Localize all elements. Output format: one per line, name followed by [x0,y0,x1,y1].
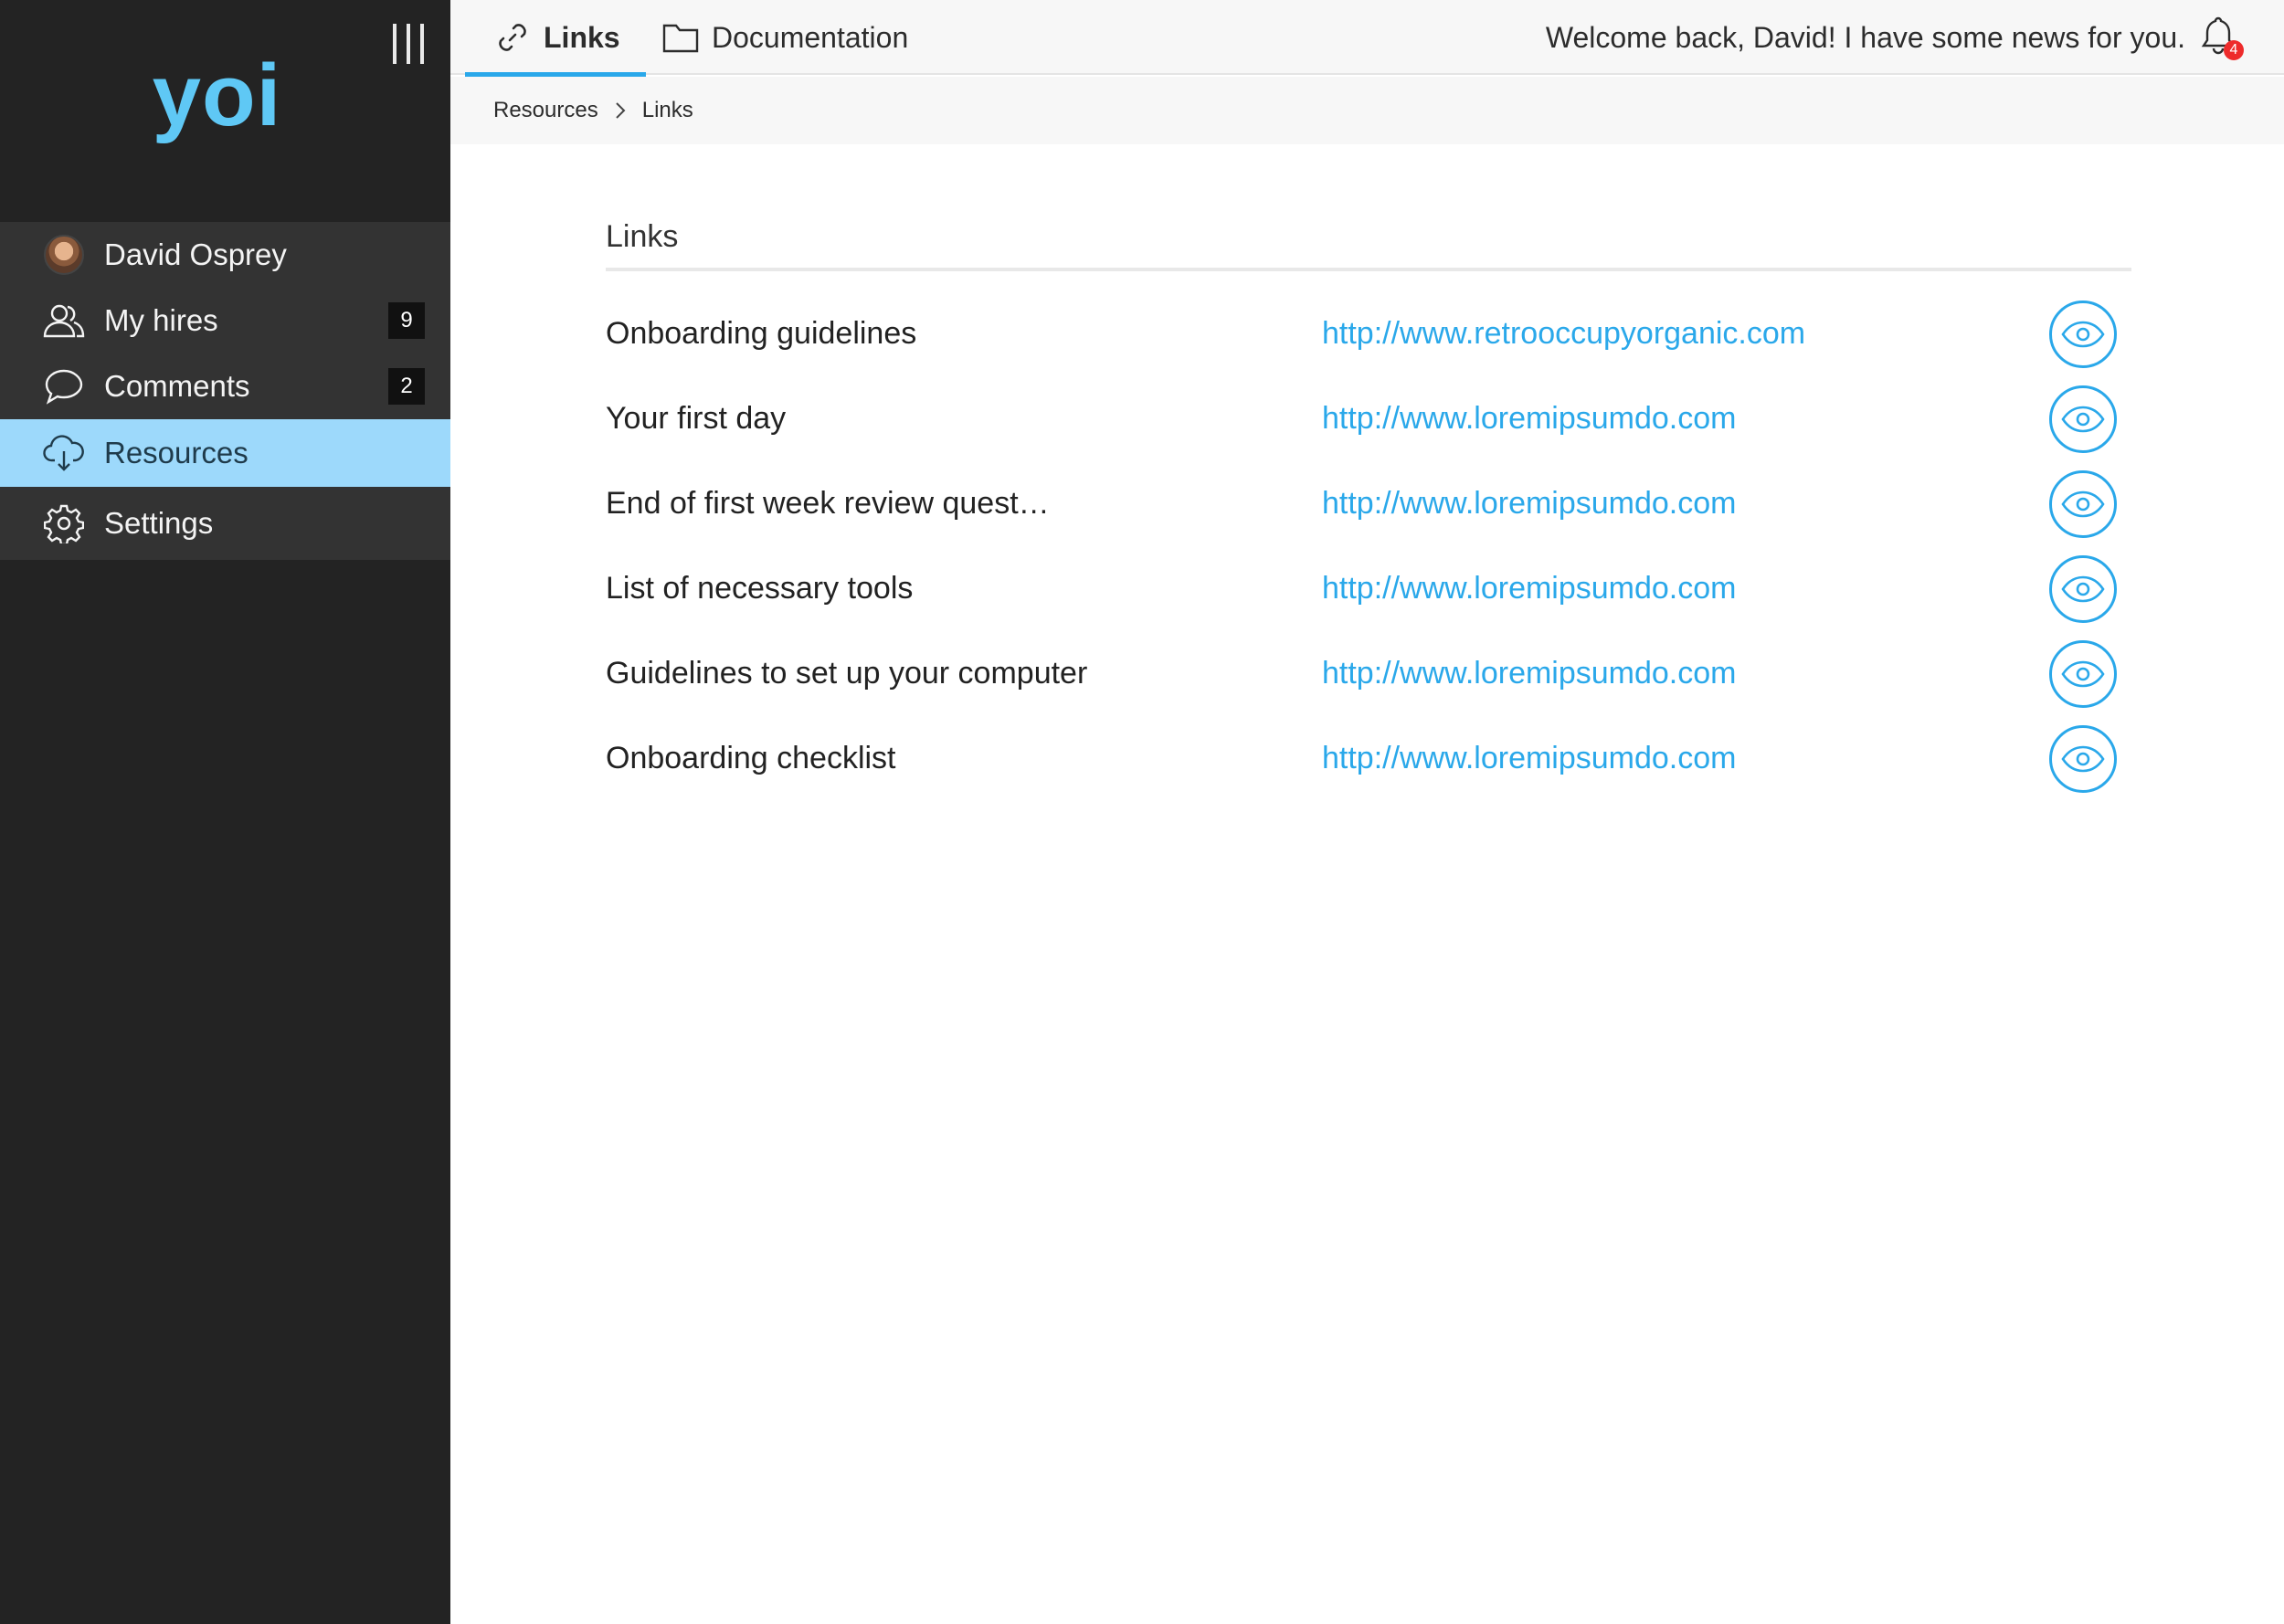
link-url[interactable]: http://www.retrooccupyorganic.com [1322,316,1805,352]
tab-documentation[interactable]: Documentation [662,0,908,75]
top-bar: Links Documentation Welcome back, David!… [450,0,2284,77]
link-title: Your first day [606,401,787,436]
view-button[interactable] [2049,724,2117,793]
eye-icon [2061,660,2105,687]
count-badge: 9 [388,302,425,339]
notification-count-badge: 4 [2224,40,2244,60]
list-item: Onboarding checklist http://www.loremips… [606,716,2131,801]
notifications-bell-icon[interactable]: 4 [2200,15,2244,60]
welcome-message: Welcome back, David! I have some news fo… [1545,20,2185,54]
users-icon [42,299,86,343]
link-title: Onboarding checklist [606,741,896,775]
sidebar-item-label: Settings [104,506,214,540]
chevron-right-icon [615,101,626,120]
eye-icon [2061,406,2105,432]
tab-links[interactable]: Links [465,0,646,77]
sidebar-item-label: David Osprey [104,237,287,271]
sidebar-item-label: My hires [104,303,218,337]
view-button[interactable] [2049,639,2117,708]
link-url[interactable]: http://www.loremipsumdo.com [1322,656,1737,691]
sidebar-nav: David Osprey My hires 9 Comments 2 Resou… [0,222,450,560]
list-item: List of necessary tools http://www.lorem… [606,546,2131,631]
tab-label: Documentation [712,20,909,54]
nav-group-bottom: Settings [0,487,450,560]
sidebar-item-comments[interactable]: Comments 2 [0,353,450,419]
link-title: Guidelines to set up your computer [606,656,1088,691]
eye-icon [2061,745,2105,772]
chat-bubble-icon [42,364,86,408]
section-title: Links [606,219,2131,271]
folder-icon [662,19,699,56]
main-content: Links Onboarding guidelines http://www.r… [606,144,2131,801]
eye-icon [2061,321,2105,347]
list-item: Onboarding guidelines http://www.retrooc… [606,291,2131,376]
links-list: Onboarding guidelines http://www.retrooc… [606,291,2131,801]
avatar [42,233,86,277]
link-title: List of necessary tools [606,571,914,606]
link-url[interactable]: http://www.loremipsumdo.com [1322,401,1737,437]
sidebar-item-label: Resources [104,436,248,469]
link-url[interactable]: http://www.loremipsumdo.com [1322,741,1737,776]
view-button[interactable] [2049,385,2117,453]
link-url[interactable]: http://www.loremipsumdo.com [1322,571,1737,606]
eye-icon [2061,490,2105,517]
sidebar-item-label: Comments [104,369,250,403]
link-icon [494,19,531,56]
sidebar: yoi David Osprey My hires 9 Comments 2 R… [0,0,450,1624]
eye-icon [2061,575,2105,602]
breadcrumb: Resources Links [450,77,2284,144]
sidebar-item-profile[interactable]: David Osprey [0,222,450,288]
gear-icon [42,501,86,545]
link-title: Onboarding guidelines [606,316,917,351]
nav-group-top: David Osprey My hires 9 Comments 2 [0,222,450,419]
sidebar-item-settings[interactable]: Settings [0,487,450,560]
breadcrumb-item-links: Links [641,98,693,122]
link-url[interactable]: http://www.loremipsumdo.com [1322,486,1737,522]
view-button[interactable] [2049,554,2117,623]
sidebar-item-resources[interactable]: Resources [0,419,450,487]
avatar-image [44,235,84,275]
list-item: Your first day http://www.loremipsumdo.c… [606,376,2131,461]
sidebar-item-my-hires[interactable]: My hires 9 [0,288,450,353]
count-badge: 2 [388,368,425,405]
app-logo: yoi [152,47,282,144]
list-item: End of first week review quest… http://w… [606,461,2131,546]
cloud-download-icon [42,431,86,475]
breadcrumb-item-resources[interactable]: Resources [493,98,598,123]
list-item: Guidelines to set up your computer http:… [606,631,2131,716]
view-button[interactable] [2049,300,2117,368]
link-title: End of first week review quest… [606,486,1050,521]
view-button[interactable] [2049,469,2117,538]
tab-label: Links [544,20,620,54]
